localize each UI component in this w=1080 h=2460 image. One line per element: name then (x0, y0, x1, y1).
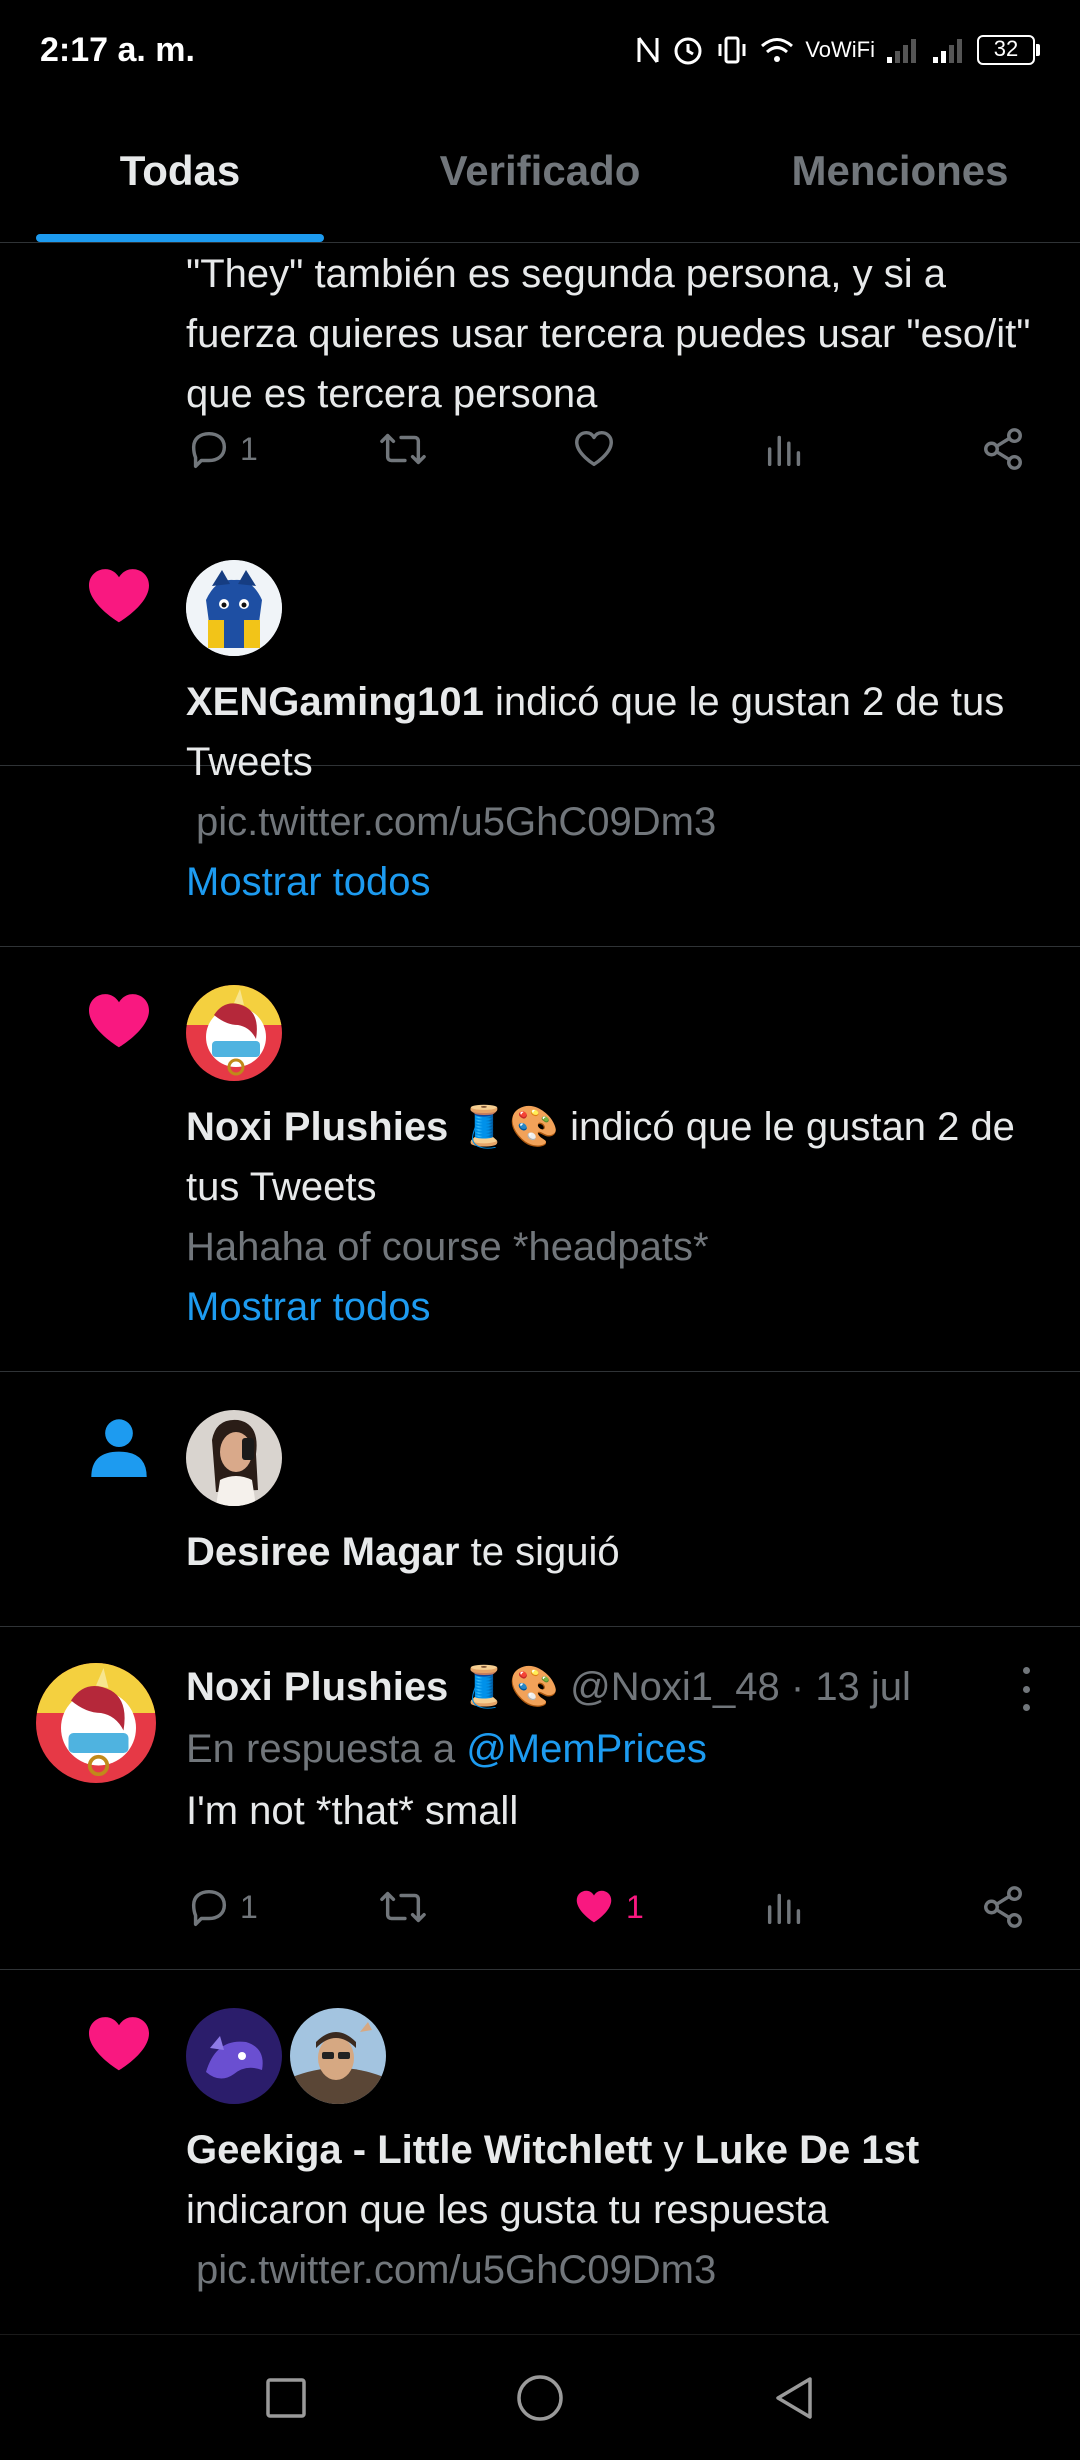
reply-count: 1 (240, 430, 258, 467)
share-icon (984, 1886, 1022, 1928)
user-name[interactable]: Noxi Plushies 🧵🎨 (186, 1105, 559, 1149)
tweet-header: Noxi Plushies 🧵🎨 @Noxi1_48 · 13 jul (186, 1657, 990, 1717)
heart-outline-icon (575, 430, 613, 467)
avatar[interactable] (186, 985, 282, 1081)
tab-label: Verificado (439, 147, 641, 194)
show-all-link[interactable]: Mostrar todos (186, 852, 1050, 912)
back-button[interactable] (772, 2373, 816, 2423)
like-notification[interactable]: XENGaming101 indicó que le gustan 2 de t… (0, 522, 1080, 947)
notification-text: Noxi Plushies 🧵🎨 indicó que le gustan 2 … (186, 1097, 1050, 1217)
retweet-icon (380, 433, 426, 465)
show-all-link[interactable]: Mostrar todos (186, 1277, 1050, 1337)
signal-icon-2 (933, 39, 962, 63)
wifi-icon (761, 38, 794, 62)
reply-context: En respuesta a @MemPrices (186, 1719, 1050, 1779)
active-tab-indicator (36, 234, 324, 242)
follow-notification[interactable]: Desiree Magar te siguió (0, 1372, 1080, 1627)
user-name[interactable]: Luke De 1st (695, 2128, 920, 2172)
bar-chart-icon (767, 435, 801, 467)
heart-icon (86, 2010, 152, 2076)
heart-filled-icon (576, 1890, 612, 1923)
avatar[interactable] (290, 2008, 386, 2104)
tweet-preview[interactable]: Hahaha of course *headpats* (186, 1217, 1050, 1277)
reply-button[interactable]: 1 (186, 1884, 378, 1930)
nfc-icon (637, 37, 659, 63)
reply-to-link[interactable]: @MemPrices (466, 1727, 707, 1771)
avatar[interactable] (36, 1663, 156, 1783)
more-options-icon[interactable] (1020, 1667, 1032, 1711)
notifications-feed[interactable]: "They" también es segunda persona, y si … (0, 244, 1080, 2334)
tweet-preview[interactable]: pic.twitter.com/u5GhC09Dm3 (196, 2240, 1050, 2300)
tweet-item[interactable]: Noxi Plushies 🧵🎨 @Noxi1_48 · 13 jul En r… (0, 1627, 1080, 1970)
avatar[interactable] (186, 1410, 282, 1506)
tweet-actions: 1 (186, 419, 1026, 479)
share-button[interactable] (980, 426, 1026, 472)
avatar[interactable] (186, 2008, 282, 2104)
user-name[interactable]: Desiree Magar (186, 1530, 459, 1574)
tab-label: Menciones (791, 147, 1009, 194)
status-icons: VoWiFi 32 (635, 33, 1040, 67)
home-button[interactable] (515, 2373, 565, 2423)
reply-prefix: En respuesta a (186, 1727, 467, 1771)
notification-tabs: Todas Verificado Menciones (0, 100, 1080, 243)
alarm-icon (674, 37, 702, 65)
like-button[interactable] (570, 426, 762, 472)
like-notification[interactable]: Geekiga - Little Witchlett y Luke De 1st… (0, 1970, 1080, 2334)
heart-icon (86, 987, 152, 1053)
user-name[interactable]: Geekiga - Little Witchlett (186, 2128, 652, 2172)
battery-level: 32 (977, 35, 1035, 65)
action-text: te siguió (459, 1530, 620, 1574)
status-time: 2:17 a. m. (40, 30, 195, 69)
tweet-text: "They" también es segunda persona, y si … (186, 252, 1031, 416)
reply-icon (191, 1889, 227, 1926)
like-notification[interactable]: Noxi Plushies 🧵🎨 indicó que le gustan 2 … (0, 947, 1080, 1372)
views-button[interactable] (762, 426, 954, 472)
tab-menciones[interactable]: Menciones (720, 100, 1080, 242)
tab-todas[interactable]: Todas (0, 100, 360, 242)
heart-icon (86, 562, 152, 628)
status-bar: 2:17 a. m. VoWiFi 32 (0, 0, 1080, 100)
tweet-preview[interactable]: pic.twitter.com/u5GhC09Dm3 (196, 792, 1050, 852)
vowifi-label: VoWiFi (805, 37, 875, 62)
battery-icon: 32 (977, 35, 1040, 65)
action-text: indicaron que les gusta tu respuesta (186, 2188, 829, 2232)
person-icon (86, 1414, 152, 1480)
tab-verificado[interactable]: Verificado (360, 100, 720, 242)
share-button[interactable] (980, 1884, 1026, 1930)
tab-label: Todas (119, 147, 241, 194)
system-nav-bar (0, 2334, 1080, 2460)
tweet-actions: 1 1 (186, 1877, 1026, 1937)
like-button[interactable]: 1 (570, 1884, 762, 1930)
notification-text: Geekiga - Little Witchlett y Luke De 1st (186, 2120, 1050, 2180)
user-name[interactable]: XENGaming101 (186, 680, 484, 724)
tweet-text: I'm not *that* small (186, 1789, 519, 1833)
retweet-button[interactable] (378, 1884, 570, 1930)
reply-count: 1 (240, 1888, 258, 1925)
signal-icon (887, 39, 916, 63)
tweet-date: · 13 jul (779, 1665, 911, 1709)
retweet-button[interactable] (378, 426, 570, 472)
avatar[interactable] (186, 560, 282, 656)
reply-button[interactable]: 1 (186, 426, 378, 472)
joiner-text: y (652, 2128, 695, 2172)
like-count: 1 (626, 1888, 644, 1925)
vibrate-icon (718, 36, 746, 64)
notification-text: XENGaming101 indicó que le gustan 2 de t… (186, 672, 1050, 792)
notification-text: Desiree Magar te siguió (186, 1522, 1050, 1582)
views-button[interactable] (762, 1884, 954, 1930)
reply-icon (191, 431, 227, 468)
share-icon (984, 428, 1022, 470)
user-handle[interactable]: @Noxi1_48 (559, 1665, 780, 1709)
retweet-icon (380, 1891, 426, 1923)
bar-chart-icon (767, 1893, 801, 1925)
user-name[interactable]: Noxi Plushies 🧵🎨 (186, 1665, 559, 1709)
recent-apps-button[interactable] (264, 2376, 308, 2420)
